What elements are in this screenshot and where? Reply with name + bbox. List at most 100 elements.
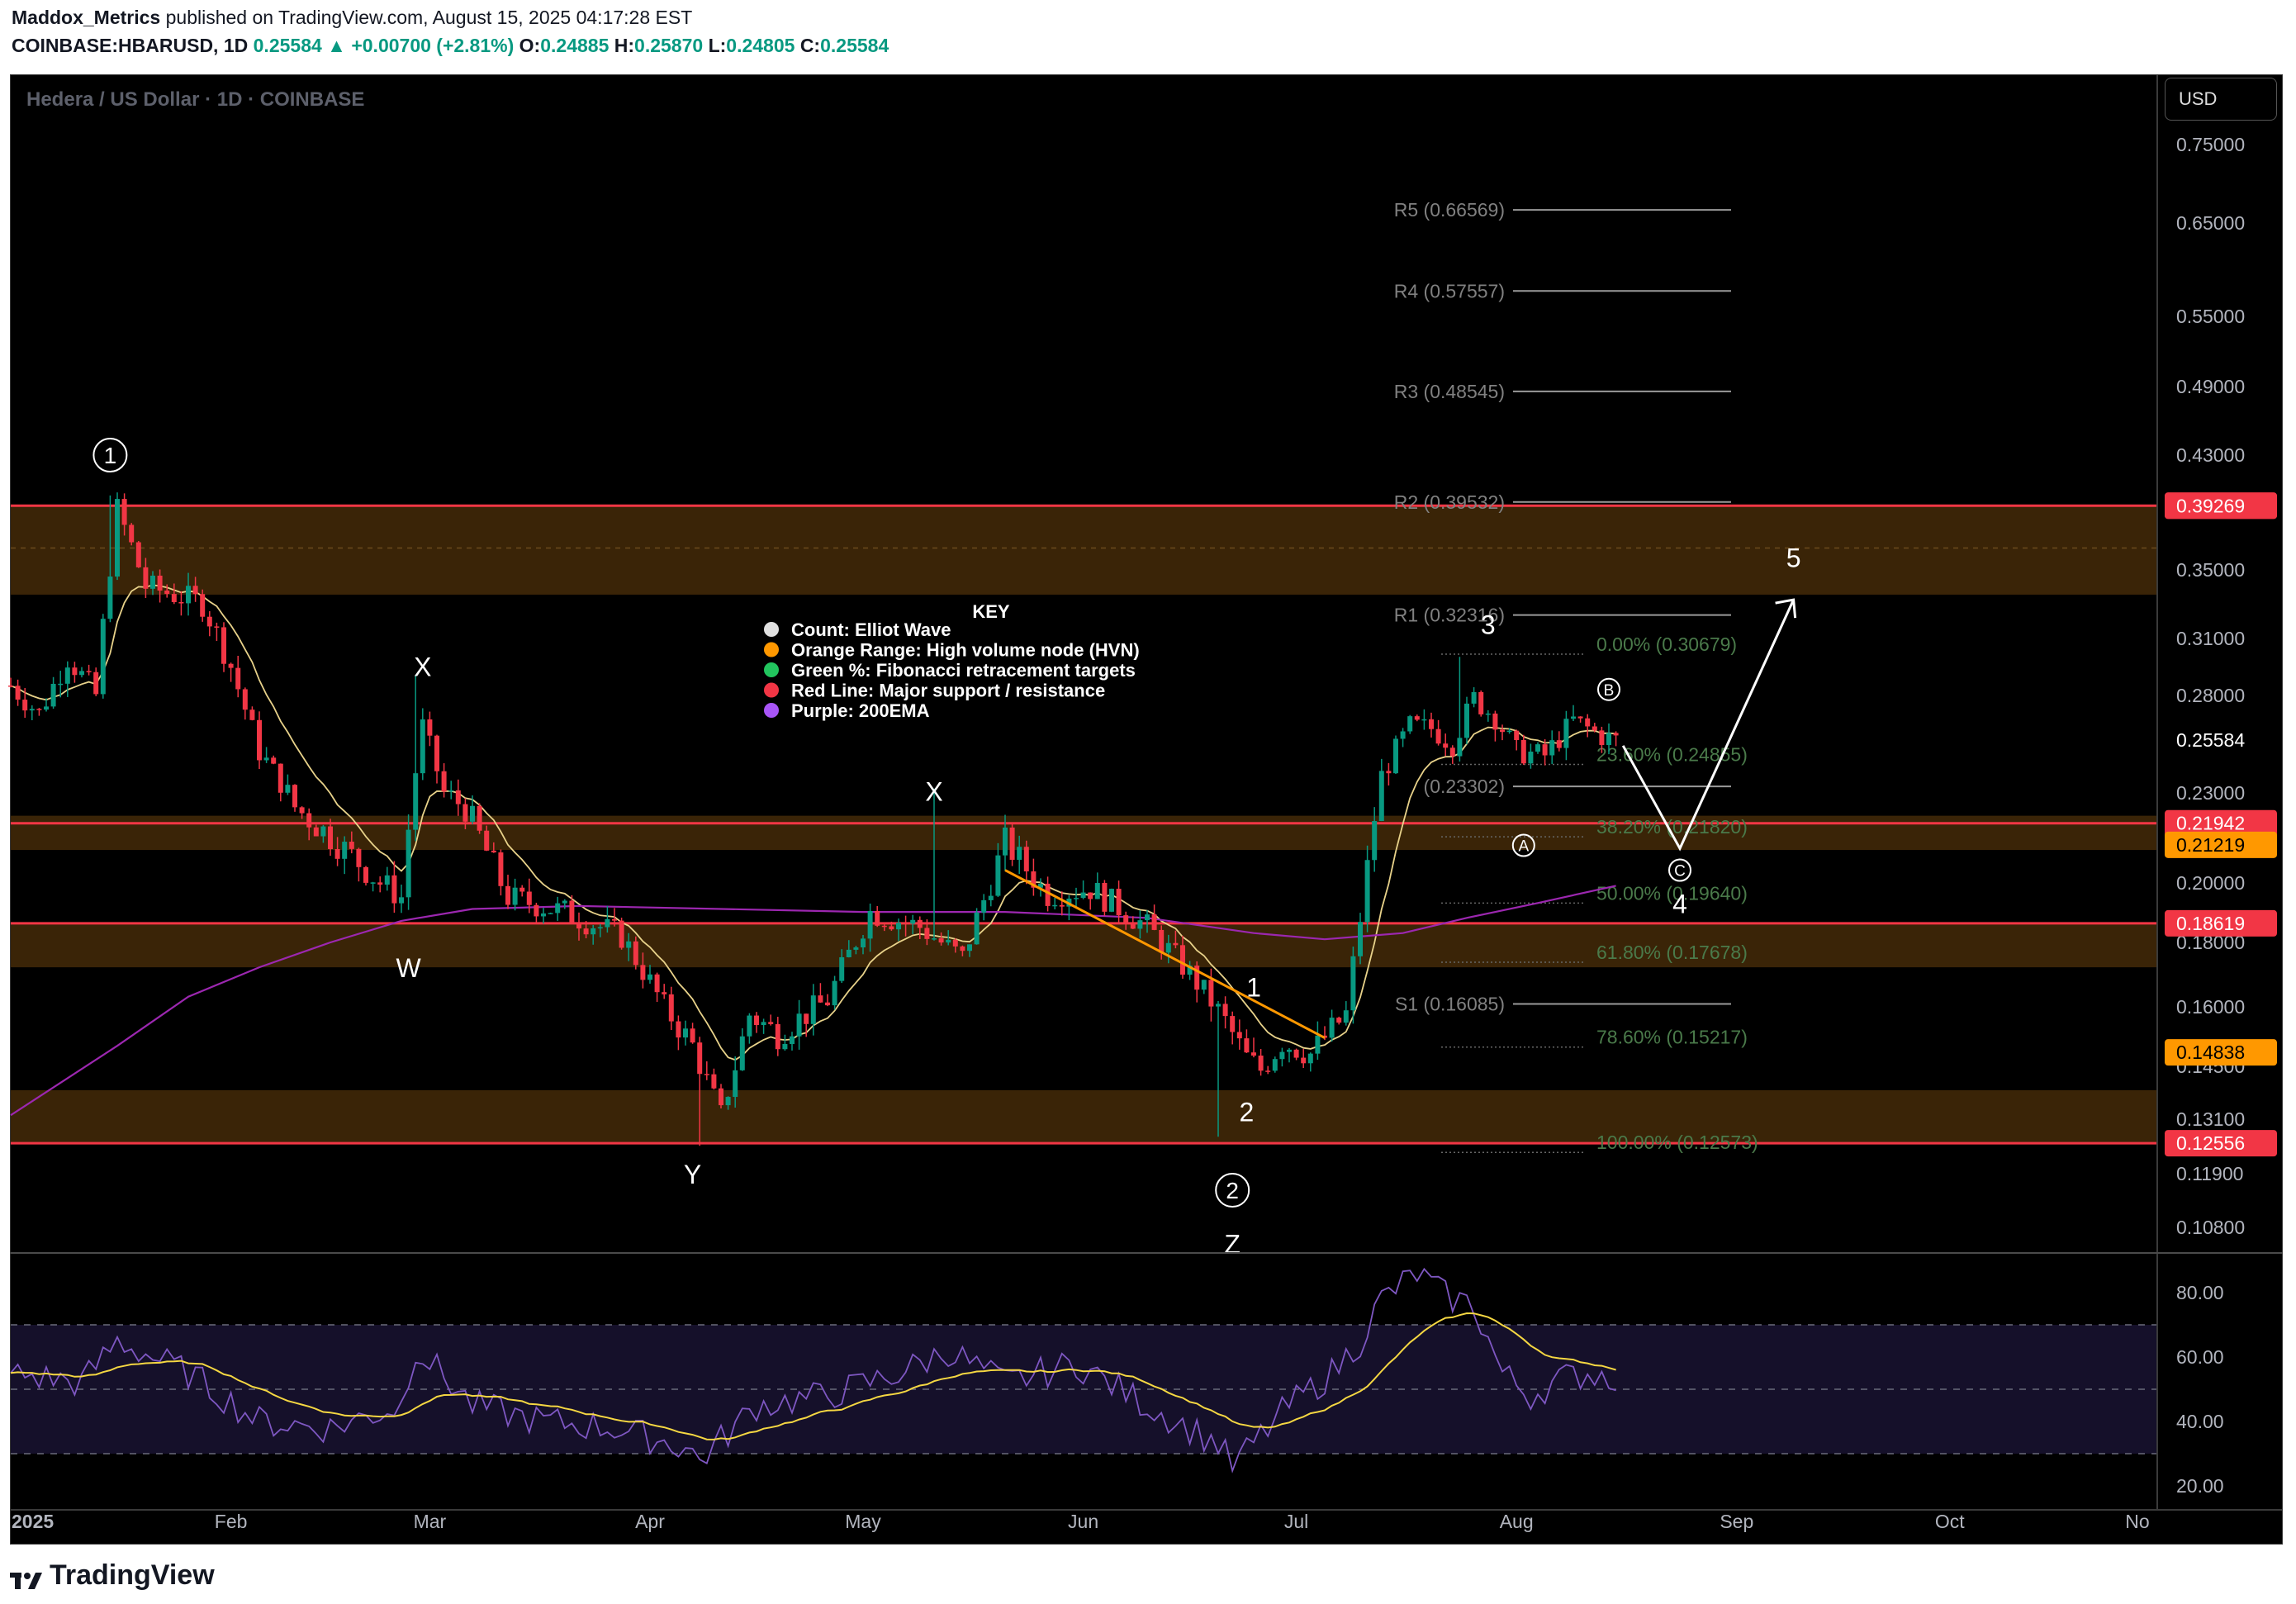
time-tick-10: No — [2125, 1511, 2149, 1532]
key-dot-1 — [764, 642, 779, 657]
candle-body — [1315, 1035, 1321, 1054]
candle-body — [356, 848, 362, 867]
wave-label-2: W — [396, 953, 421, 983]
rsi-tick-3: 20.00 — [2176, 1475, 2224, 1497]
candle-body — [683, 1028, 688, 1038]
candle-body — [733, 1070, 738, 1098]
candle-body — [626, 941, 632, 948]
candle-body — [135, 542, 141, 567]
candle-body — [1372, 820, 1378, 861]
price-badge-4: 0.21219 — [2176, 834, 2245, 856]
candle-body — [271, 757, 277, 764]
candle-body — [1102, 883, 1108, 912]
candle-body — [1393, 738, 1398, 774]
key-item-1: Orange Range: High volume node (HVN) — [791, 640, 1140, 661]
candle-body — [1585, 718, 1591, 727]
candle-body — [1592, 726, 1597, 731]
tradingview-logo[interactable]: TradingView — [10, 1559, 215, 1592]
time-tick-4: May — [845, 1511, 881, 1532]
candle-body — [434, 735, 439, 771]
candle-body — [15, 686, 21, 700]
footer: TradingView — [0, 1545, 2296, 1604]
price-tick-7: 0.28000 — [2176, 685, 2245, 706]
candle-body — [1435, 728, 1441, 744]
candle-body — [1272, 1059, 1278, 1071]
candle-body — [1052, 904, 1058, 907]
price-badge-1: 0.39269 — [2176, 495, 2245, 516]
candle-body — [50, 683, 56, 707]
candle-body — [192, 586, 198, 595]
candle-body — [1094, 883, 1100, 899]
candle-body — [1414, 716, 1420, 720]
candle-body — [328, 826, 333, 849]
candle-body — [1251, 1052, 1256, 1056]
candle-body — [1386, 771, 1392, 774]
candle-body — [1301, 1057, 1307, 1064]
price-tick-14: 0.11900 — [2176, 1163, 2243, 1184]
candle-body — [157, 575, 163, 591]
candle-body — [1542, 744, 1548, 756]
candle-body — [186, 586, 191, 604]
candle-body — [1009, 827, 1015, 860]
candle-body — [548, 913, 553, 914]
candle-body — [121, 499, 127, 525]
candle-body — [875, 910, 880, 926]
candle-body — [1236, 1032, 1242, 1039]
chart-canvas[interactable]: R5 (0.66569) R4 (0.57557) R3 (0.48545) R2 (… — [0, 0, 2296, 1545]
pivot-label-1: R4 (0.57557) — [1394, 280, 1505, 301]
candle-body — [1343, 1010, 1349, 1023]
tradingview-logo-text: TradingView — [50, 1559, 215, 1591]
candle-body — [1478, 691, 1484, 714]
currency-button[interactable]: USD — [2165, 78, 2277, 121]
candle-body — [399, 897, 404, 904]
price-badge-6: 0.14838 — [2176, 1042, 2245, 1063]
candle-body — [1258, 1056, 1264, 1071]
candle-body — [932, 938, 937, 940]
candle-body — [896, 923, 901, 930]
key-item-3: Red Line: Major support / resistance — [791, 681, 1105, 701]
pivot-label-3: R2 (0.39532) — [1394, 491, 1505, 513]
candle-body — [946, 939, 951, 943]
candle-body — [1307, 1053, 1313, 1064]
tradingview-logo-icon — [10, 1566, 43, 1589]
candle-body — [754, 1015, 759, 1026]
candle-body — [1449, 747, 1455, 757]
candle-body — [725, 1097, 731, 1106]
candle-body — [739, 1036, 745, 1070]
candle-body — [619, 920, 624, 948]
wave-label-14: 5 — [1786, 543, 1801, 573]
candle-body — [648, 974, 652, 980]
candle-body — [1023, 847, 1029, 872]
candle-body — [591, 928, 596, 935]
key-title: KEY — [972, 601, 1010, 622]
candle-body — [668, 994, 674, 1022]
candle-body — [605, 918, 610, 928]
price-tick-13: 0.13100 — [2176, 1108, 2245, 1130]
candle-body — [853, 947, 859, 950]
candle-body — [1130, 923, 1136, 929]
rsi-tick-1: 60.00 — [2176, 1346, 2224, 1368]
price-tick-0: 0.75000 — [2176, 134, 2245, 155]
candle-body — [952, 939, 958, 947]
price-tick-1: 0.65000 — [2176, 212, 2245, 234]
candle-body — [313, 827, 319, 837]
candle-body — [1080, 892, 1086, 899]
candle-body — [22, 700, 28, 711]
candle-body — [292, 785, 297, 808]
price-badge-7: 0.12556 — [2176, 1132, 2245, 1154]
time-tick-6: Jul — [1284, 1511, 1308, 1532]
candle-body — [249, 709, 255, 720]
candle-body — [44, 706, 49, 710]
candle-body — [541, 913, 546, 917]
candle-body — [29, 709, 35, 711]
pivot-label-2: R3 (0.48545) — [1394, 381, 1505, 402]
candle-body — [1571, 716, 1576, 719]
wave-label-0: 1 — [104, 443, 117, 468]
candle-body — [285, 785, 291, 793]
price-tick-5: 0.35000 — [2176, 559, 2245, 581]
time-tick-0: 2025 — [12, 1511, 54, 1532]
candle-body — [583, 928, 589, 935]
candle-body — [1429, 719, 1434, 729]
candle-body — [100, 619, 106, 695]
candle-body — [775, 1023, 780, 1050]
